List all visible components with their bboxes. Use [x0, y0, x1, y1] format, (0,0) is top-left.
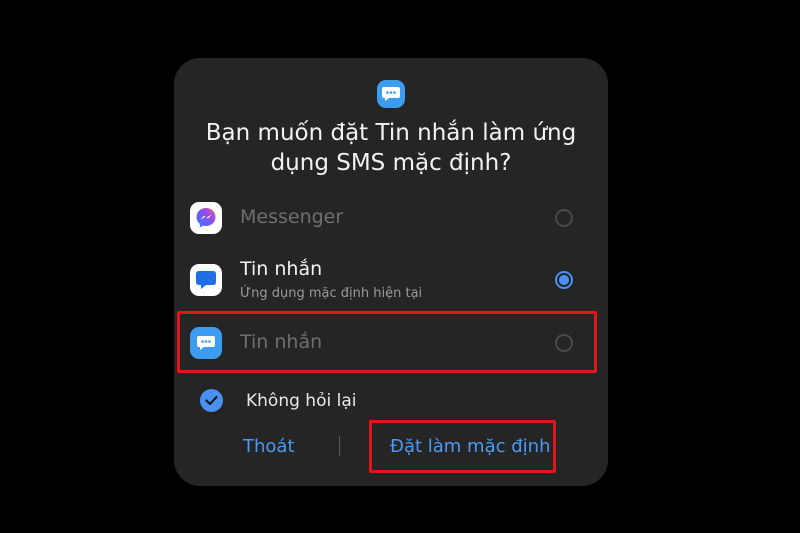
radio-tin-nhan-selected[interactable]	[555, 271, 573, 289]
dialog-title: Bạn muốn đặt Tin nhắn làm ứng dụng SMS m…	[205, 120, 577, 176]
option-label: Messenger	[240, 206, 344, 228]
checkmark-icon	[205, 395, 218, 406]
chat-bubble-icon	[377, 80, 405, 108]
cancel-button[interactable]: Thoát	[243, 435, 295, 459]
option-label: Tin nhắn	[240, 258, 323, 280]
radio-messenger[interactable]	[555, 209, 573, 227]
messenger-icon	[190, 202, 222, 234]
annotation-highlight-button	[369, 420, 556, 473]
dont-ask-again-label[interactable]: Không hỏi lại	[246, 389, 356, 413]
option-tin-nhan-current[interactable]: Tin nhắn Ứng dụng mặc định hiện tại	[176, 256, 606, 306]
annotation-highlight-option	[177, 311, 597, 373]
option-messenger[interactable]: Messenger	[176, 198, 606, 238]
samsung-messages-icon	[190, 264, 222, 296]
dont-ask-again-checkbox[interactable]	[200, 389, 223, 412]
button-divider	[339, 436, 340, 456]
option-subtitle: Ứng dụng mặc định hiện tại	[240, 286, 423, 301]
